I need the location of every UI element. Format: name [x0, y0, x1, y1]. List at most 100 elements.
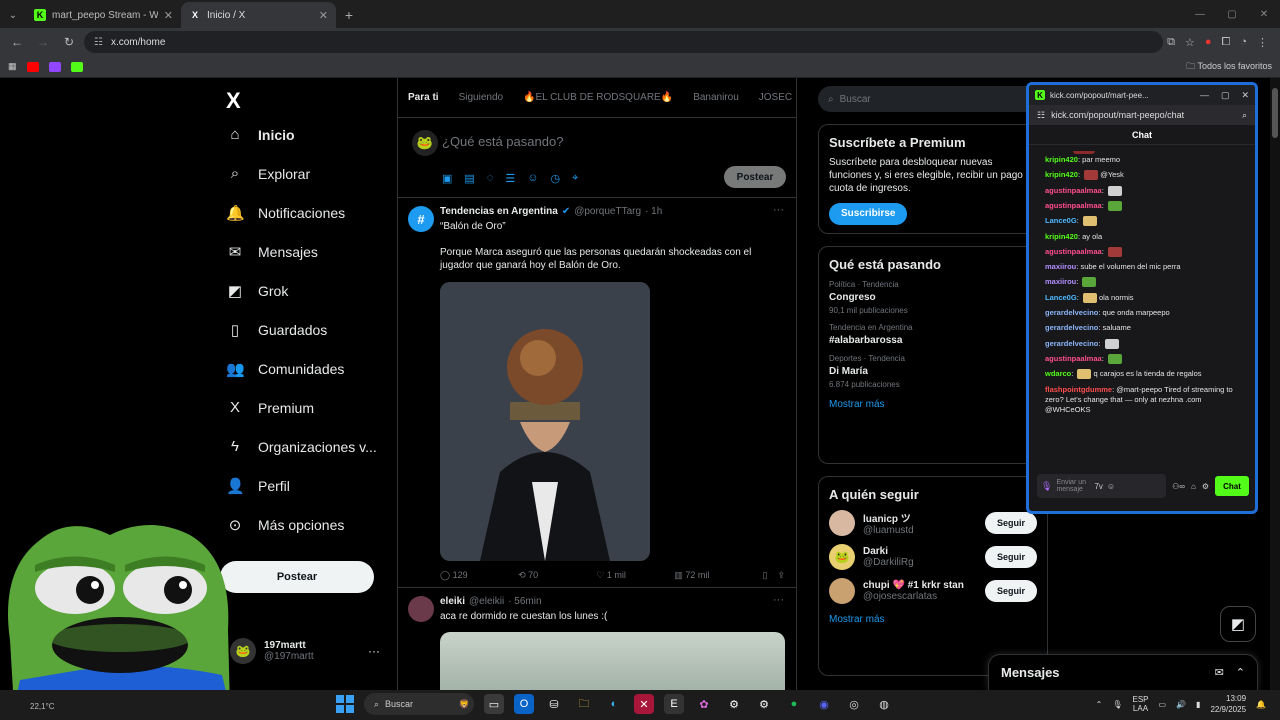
- scrollbar-thumb[interactable]: [1272, 88, 1278, 138]
- app-red-icon[interactable]: ✕: [634, 694, 654, 714]
- expand-up-icon[interactable]: ⌃: [1236, 666, 1245, 679]
- follow-button[interactable]: Seguir: [985, 512, 1037, 534]
- chat-username[interactable]: gerardelvecino: [1045, 339, 1098, 348]
- chat-message[interactable]: agustinpaalmaa:: [1045, 247, 1243, 257]
- trend-item[interactable]: Política · Tendencia Congreso 90,1 mil p…: [829, 280, 1037, 315]
- poll-icon[interactable]: ☰: [505, 172, 515, 185]
- kicks-icon[interactable]: ⚇∞: [1172, 482, 1185, 491]
- site-info-icon[interactable]: ☷: [94, 37, 103, 48]
- chat-username[interactable]: Lance0G: [1045, 216, 1077, 225]
- tray-overflow-icon[interactable]: ⌃: [1096, 700, 1103, 709]
- nav-item-10[interactable]: ⊙ Más opciones: [226, 516, 345, 534]
- close-tab-icon[interactable]: ✕: [164, 9, 173, 22]
- language-indicator[interactable]: ESP LAA: [1132, 695, 1148, 713]
- chat-username[interactable]: agustinpaalmaa: [1045, 354, 1102, 363]
- reload-icon[interactable]: ↻: [58, 35, 80, 49]
- star-bookmark-icon[interactable]: ☆: [1185, 36, 1195, 49]
- chat-message[interactable]: kripin420: @Yesk: [1045, 170, 1243, 181]
- tab-para-ti[interactable]: Para ti: [408, 92, 439, 103]
- minimize-icon[interactable]: —: [1184, 0, 1216, 28]
- messages-drawer[interactable]: Mensajes ✉ ⌃: [988, 654, 1258, 690]
- x-logo-icon[interactable]: X: [226, 88, 241, 114]
- share-icon[interactable]: ⇪: [777, 570, 785, 581]
- copilot-icon[interactable]: ✿: [694, 694, 714, 714]
- profile-icon[interactable]: ◔: [1240, 36, 1247, 48]
- url-field[interactable]: ☷ x.com/home: [84, 31, 1164, 53]
- tweet-time[interactable]: · 1h: [645, 206, 662, 217]
- discord-icon[interactable]: ◉: [814, 694, 834, 714]
- tweet[interactable]: eleiki @eleikii · 56min ··· aca re dormi…: [398, 588, 796, 690]
- chat-message[interactable]: wdarco: q carajos es la tienda de regalo…: [1045, 369, 1243, 380]
- tweet-handle[interactable]: @eleikii: [469, 596, 504, 607]
- follow-suggestion[interactable]: 🐸 Darki @DarkiliRg Seguir: [829, 544, 1037, 570]
- chrome-icon[interactable]: ◎: [844, 694, 864, 714]
- youtube-bookmark-icon[interactable]: [26, 61, 39, 72]
- browser-menu-icon[interactable]: ⋮: [1257, 36, 1268, 49]
- tab-search-dropdown[interactable]: ⌄: [0, 2, 26, 28]
- show-more-link[interactable]: Mostrar más: [829, 399, 1037, 410]
- chat-username[interactable]: kripin420: [1045, 232, 1078, 241]
- chat-username[interactable]: agustinpaalmaa: [1045, 186, 1102, 195]
- tweet-image[interactable]: [440, 632, 785, 690]
- tweet[interactable]: # Tendencias en Argentina ✔ @porqueTTarg…: [398, 198, 796, 588]
- microphone-icon[interactable]: 🎙: [1112, 700, 1122, 709]
- start-windows-icon[interactable]: [336, 695, 354, 713]
- tweet-author-name[interactable]: eleiki: [440, 596, 465, 607]
- taskbar-search[interactable]: ⌕ Buscar 🦁: [364, 693, 474, 715]
- forward-icon[interactable]: →: [32, 35, 54, 49]
- kick-bookmark-icon[interactable]: [70, 61, 83, 72]
- chat-message[interactable]: kripin420: par meemo: [1045, 155, 1243, 165]
- spotify-icon[interactable]: ●: [784, 694, 804, 714]
- more-dots-icon[interactable]: ···: [773, 594, 784, 606]
- nav-item-9[interactable]: 👤 Perfil: [226, 477, 290, 495]
- more-dots-icon[interactable]: ···: [368, 644, 380, 658]
- chat-username[interactable]: gerardelvecino: [1045, 308, 1098, 317]
- tweet-image[interactable]: [440, 282, 650, 561]
- steam-icon[interactable]: ⚙: [724, 694, 744, 714]
- chat-username[interactable]: wdarco: [1045, 369, 1071, 378]
- all-bookmarks-folder[interactable]: 🗀 Todos los favoritos: [1186, 59, 1272, 75]
- weather-widget[interactable]: 22,1°C: [30, 702, 55, 711]
- chat-username[interactable]: agustinpaalmaa: [1045, 201, 1102, 210]
- repost-button[interactable]: ⟲ 70: [518, 570, 596, 581]
- gif-icon[interactable]: ▤: [464, 172, 474, 185]
- follow-suggestion[interactable]: luanicp ツ @luamustd Seguir: [829, 510, 1037, 536]
- chat-username[interactable]: agustinpaalmaa: [1045, 247, 1102, 256]
- chat-message[interactable]: agustinpaalmaa:: [1045, 354, 1243, 364]
- nav-item-1[interactable]: ⌕ Explorar: [226, 165, 310, 182]
- chat-message[interactable]: Lance0G: ola normis: [1045, 293, 1243, 303]
- nav-item-5[interactable]: ▯ Guardados: [226, 321, 327, 339]
- edge-icon[interactable]: ◐: [604, 694, 624, 714]
- image-icon[interactable]: ▣: [442, 172, 452, 185]
- settings-gear-icon[interactable]: ⚙: [1202, 482, 1209, 491]
- post-button[interactable]: Postear: [220, 561, 374, 593]
- chat-username[interactable]: flashpointgdumme: [1045, 385, 1112, 394]
- file-explorer-icon[interactable]: 🗀: [574, 694, 594, 714]
- avatar[interactable]: 🐸: [829, 544, 855, 570]
- bookmark-icon[interactable]: ▯: [763, 570, 768, 581]
- trend-item[interactable]: Tendencia en Argentina #alabarbarossa: [829, 323, 1037, 346]
- chat-message[interactable]: gerardelvecino: saluame: [1045, 323, 1243, 333]
- nav-item-7[interactable]: X Premium: [226, 399, 314, 416]
- tab-kick-stream[interactable]: K mart_peepo Stream - Watch Li... ✕: [26, 2, 181, 28]
- chat-message[interactable]: agustinpaalmaa:: [1045, 201, 1243, 211]
- avatar[interactable]: [829, 578, 855, 604]
- follow-suggestion[interactable]: chupi 💖 #1 krkr stan @ojosescarlatas Seg…: [829, 578, 1037, 604]
- task-view-icon[interactable]: ▭: [484, 694, 504, 714]
- close-window-icon[interactable]: ✕: [1248, 0, 1280, 28]
- nav-item-4[interactable]: ◩ Grok: [226, 282, 288, 300]
- chat-message[interactable]: agustinpaalmaa:: [1045, 186, 1243, 196]
- subscribe-button[interactable]: Suscribirse: [829, 203, 908, 225]
- page-scrollbar[interactable]: [1270, 78, 1280, 690]
- twitch-bookmark-icon[interactable]: [48, 61, 61, 72]
- show-more-link[interactable]: Mostrar más: [829, 614, 1037, 625]
- battery-icon[interactable]: ▮: [1196, 700, 1200, 709]
- chat-message[interactable]: gerardelvecino:: [1045, 339, 1243, 349]
- gift-icon[interactable]: ⌂: [1191, 482, 1196, 491]
- avatar[interactable]: [408, 596, 434, 622]
- tweet-author-name[interactable]: Tendencias en Argentina: [440, 206, 558, 217]
- chat-username[interactable]: maxiirou: [1045, 277, 1076, 286]
- account-switcher[interactable]: 🐸 197martt @197martt ···: [230, 638, 380, 664]
- nav-item-2[interactable]: 🔔 Notificaciones: [226, 204, 345, 222]
- emoji-icon[interactable]: ☺: [1107, 482, 1115, 491]
